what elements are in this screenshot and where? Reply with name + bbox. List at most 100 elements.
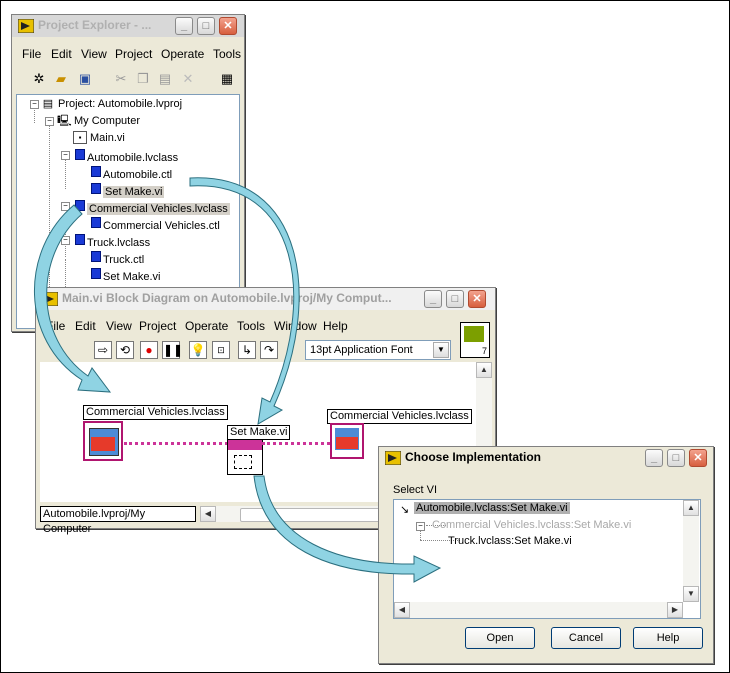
list-item-commercial[interactable]: Commercial Vehicles.lvclass:Set Make.vi <box>432 519 631 531</box>
tree-item-main-vi[interactable]: ▪ Main.vi <box>73 131 125 145</box>
truck-graphic <box>91 437 115 451</box>
menu-operate[interactable]: Operate <box>161 47 204 61</box>
menu-edit[interactable]: Edit <box>75 319 96 333</box>
paste-icon[interactable]: ▤ <box>156 70 174 88</box>
tree-item-automobile-ctl[interactable]: Automobile.ctl <box>89 165 172 181</box>
labview-icon <box>385 451 401 465</box>
project-explorer-window: Project Explorer - ... _ □ ✕ File Edit V… <box>11 14 245 332</box>
tree-item-label: Set Make.vi <box>103 186 165 198</box>
menu-tools[interactable]: Tools <box>237 319 265 333</box>
class-constant-commercial[interactable] <box>83 421 123 461</box>
open-icon[interactable]: ▰ <box>52 70 70 88</box>
collapse-toggle[interactable]: − <box>61 202 70 211</box>
run-continuous-icon[interactable]: ⟲ <box>116 341 134 359</box>
tree-item-truck-setmake[interactable]: Set Make.vi <box>89 267 160 283</box>
class-cube-icon <box>75 200 85 211</box>
tree-item-my-computer[interactable]: 🖳 My Computer <box>57 114 140 128</box>
maximize-button[interactable]: □ <box>197 17 215 35</box>
abort-icon[interactable]: ● <box>140 341 158 359</box>
menu-operate[interactable]: Operate <box>185 319 228 333</box>
cut-icon[interactable]: ✂ <box>112 70 130 88</box>
maximize-button[interactable]: □ <box>667 449 685 467</box>
ctl-icon <box>91 251 101 262</box>
scroll-left-button[interactable]: ◀ <box>394 602 410 618</box>
class-cube-icon <box>75 149 85 160</box>
close-button[interactable]: ✕ <box>689 449 707 467</box>
collapse-toggle[interactable]: − <box>30 100 39 109</box>
menu-view[interactable]: View <box>106 319 132 333</box>
menu-window[interactable]: Window <box>274 319 317 333</box>
block-diagram-menubar: File Edit View Project Operate Tools Win… <box>36 316 495 336</box>
project-explorer-title: Project Explorer - ... <box>38 18 152 32</box>
scroll-up-button[interactable]: ▲ <box>476 362 492 378</box>
list-item-truck[interactable]: Truck.lvclass:Set Make.vi <box>448 535 572 547</box>
close-button[interactable]: ✕ <box>219 17 237 35</box>
menu-project[interactable]: Project <box>139 319 176 333</box>
open-button[interactable]: Open <box>465 627 535 649</box>
font-select[interactable]: 13pt Application Font ▼ <box>305 340 451 360</box>
list-item-automobile[interactable]: Automobile.lvclass:Set Make.vi <box>414 502 570 514</box>
copy-icon[interactable]: ❐ <box>134 70 152 88</box>
new-icon[interactable]: ✲ <box>30 70 48 88</box>
maximize-icon: □ <box>672 452 680 464</box>
menu-edit[interactable]: Edit <box>51 47 72 61</box>
tree-item-truck-ctl[interactable]: Truck.ctl <box>89 250 144 266</box>
setmake-node[interactable] <box>227 439 263 475</box>
choose-implementation-title: Choose Implementation <box>405 450 542 464</box>
help-button[interactable]: Help <box>633 627 703 649</box>
choose-implementation-titlebar[interactable]: Choose Implementation _ □ ✕ <box>379 447 713 469</box>
vi-connector-graphic <box>464 326 484 342</box>
scroll-down-button[interactable]: ▼ <box>683 586 699 602</box>
scroll-up-button[interactable]: ▲ <box>683 500 699 516</box>
menu-view[interactable]: View <box>81 47 107 61</box>
minimize-button[interactable]: _ <box>175 17 193 35</box>
menu-file[interactable]: File <box>22 47 41 61</box>
maximize-button[interactable]: □ <box>446 290 464 308</box>
menu-project[interactable]: Project <box>115 47 152 61</box>
step-out-icon[interactable]: ⇡ <box>282 341 300 359</box>
dispatch-arrow-icon: ↘ <box>400 504 410 516</box>
scroll-left-button[interactable]: ◀ <box>200 506 216 522</box>
menu-file[interactable]: File <box>46 319 65 333</box>
menu-tools[interactable]: Tools <box>213 47 241 61</box>
scroll-right-button[interactable]: ▶ <box>667 602 683 618</box>
run-icon[interactable]: ⇨ <box>94 341 112 359</box>
minimize-button[interactable]: _ <box>424 290 442 308</box>
project-explorer-titlebar[interactable]: Project Explorer - ... _ □ ✕ <box>12 15 244 37</box>
list-item-label: Commercial Vehicles.lvclass:Set Make.vi <box>432 519 632 531</box>
menu-help[interactable]: Help <box>323 319 348 333</box>
step-into-icon[interactable]: ↳ <box>238 341 256 359</box>
retain-wire-icon[interactable]: ⊡ <box>212 341 230 359</box>
tree-item-automobile-class[interactable]: Automobile.lvclass <box>73 148 178 164</box>
implementation-list-content: ↘ Automobile.lvclass:Set Make.vi − Comme… <box>394 500 684 602</box>
save-icon[interactable]: ▣ <box>76 70 94 88</box>
tree-item-commercial-class[interactable]: Commercial Vehicles.lvclass <box>73 199 230 215</box>
tree-item-label: My Computer <box>74 115 141 127</box>
list-vertical-scrollbar[interactable]: ▲ ▼ <box>683 500 699 602</box>
delete-icon[interactable]: ✕ <box>179 70 197 88</box>
block-diagram-titlebar[interactable]: Main.vi Block Diagram on Automobile.lvpr… <box>36 288 495 310</box>
close-button[interactable]: ✕ <box>468 290 486 308</box>
minimize-button[interactable]: _ <box>645 449 663 467</box>
list-horizontal-scrollbar[interactable]: ◀ ▶ <box>394 602 683 618</box>
maximize-icon: □ <box>451 293 459 305</box>
build-icon[interactable]: ▦ <box>218 70 236 88</box>
cancel-button[interactable]: Cancel <box>551 627 621 649</box>
collapse-toggle[interactable]: − <box>61 151 70 160</box>
ctl-icon <box>91 217 101 228</box>
tree-item-commercial-ctl[interactable]: Commercial Vehicles.ctl <box>89 216 220 232</box>
highlight-icon[interactable]: 💡 <box>189 341 207 359</box>
tree-item-truck-class[interactable]: Truck.lvclass <box>73 233 150 249</box>
wire-right <box>262 442 330 445</box>
tree-item-automobile-setmake[interactable]: Set Make.vi <box>89 182 165 198</box>
pause-icon[interactable]: ❚❚ <box>162 341 183 359</box>
class-indicator-commercial[interactable] <box>330 423 364 459</box>
tree-guide <box>420 530 421 540</box>
collapse-toggle[interactable]: − <box>61 236 70 245</box>
collapse-toggle[interactable]: − <box>45 117 54 126</box>
project-explorer-toolbar: ✲ ▰ ▣ ✂ ❐ ▤ ✕ ▦ <box>12 67 244 93</box>
bd-path-label: Automobile.lvproj/My Computer <box>40 506 196 535</box>
tree-item-project[interactable]: ▤ Project: Automobile.lvproj <box>41 97 182 111</box>
project-icon: ▤ <box>42 98 54 110</box>
step-over-icon[interactable]: ↷ <box>260 341 278 359</box>
